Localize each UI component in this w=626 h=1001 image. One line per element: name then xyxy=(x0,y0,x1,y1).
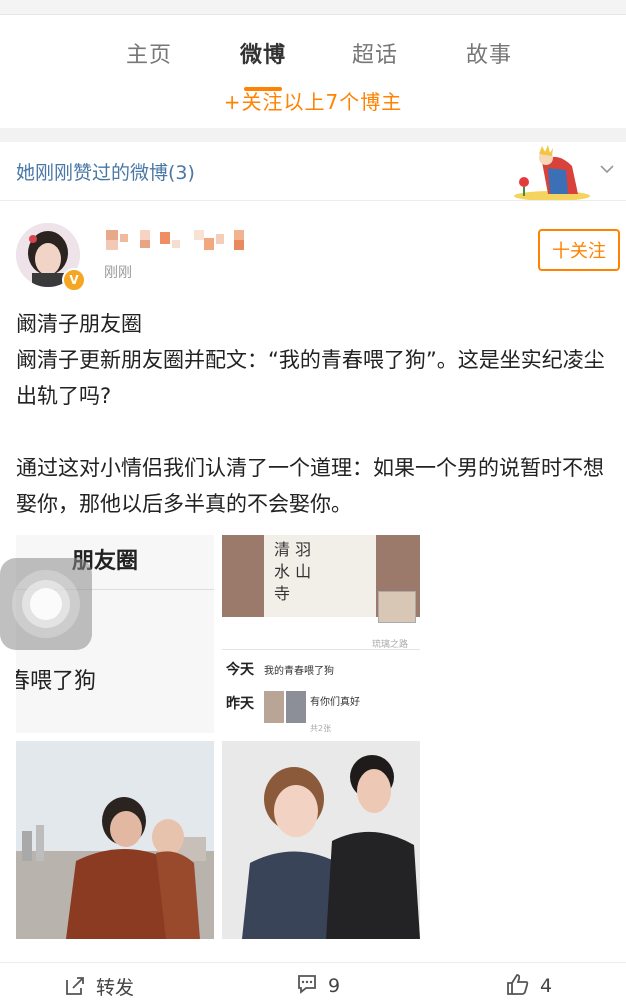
post-image-couple-city[interactable] xyxy=(16,741,214,939)
follow-all-link[interactable]: +关注以上7个博主 xyxy=(0,86,626,115)
liked-posts-title: 她刚刚赞过的微博(3) xyxy=(16,162,195,184)
couple-city-photo xyxy=(16,741,214,939)
post-image-couple-portrait[interactable] xyxy=(222,741,420,939)
post-time: 刚刚 xyxy=(104,265,132,281)
yesterday-text: 有你们真好 xyxy=(310,697,360,708)
liked-posts-header[interactable]: 她刚刚赞过的微博(3) xyxy=(0,142,626,201)
repost-label: 转发 xyxy=(96,977,135,999)
moments-quote: 春喂了狗 xyxy=(16,669,97,694)
calligraphy-text: 清 羽 水 山 寺 xyxy=(274,540,312,603)
tab-story[interactable]: 故事 xyxy=(466,37,512,69)
share-icon xyxy=(66,977,84,995)
thumbs-up-icon xyxy=(507,974,529,995)
post-body: 阚清子朋友圈 阚清子更新朋友圈并配文：“我的青春喂了狗”。这是坐实纪凌尘出轨了吗… xyxy=(16,306,616,522)
chevron-down-icon[interactable] xyxy=(600,162,614,176)
comment-button[interactable]: 9 xyxy=(296,973,340,997)
post-blank-line xyxy=(16,414,616,450)
post-image-screenshot[interactable]: 清 羽 水 山 寺 琉璃之路 今天 我的青春喂了狗 昨天 有你们真好 共2张 xyxy=(222,535,420,733)
follow-button[interactable]: 十关注 xyxy=(538,229,620,271)
profile-tabs: 主页 微博 超话 故事 xyxy=(0,15,626,91)
post-paragraph: 阚清子更新朋友圈并配文：“我的青春喂了狗”。这是坐实纪凌尘出轨了吗? xyxy=(16,348,605,408)
comment-count: 9 xyxy=(328,975,341,997)
like-button[interactable]: 4 xyxy=(506,973,552,997)
assistive-touch-button[interactable] xyxy=(0,558,92,650)
little-prince-illustration xyxy=(514,145,590,200)
post-paragraph: 通过这对小情侣我们认清了一个道理：如果一个男的说暂时不想娶你，那他以后多半真的不… xyxy=(16,456,604,516)
post-action-bar: 转发 9 4 xyxy=(0,962,626,1001)
tab-home[interactable]: 主页 xyxy=(126,37,172,69)
assistive-ring xyxy=(30,588,62,620)
like-count: 4 xyxy=(540,975,553,997)
couple-portrait-photo xyxy=(222,741,420,939)
yesterday-label: 昨天 xyxy=(226,696,254,712)
repost-button[interactable]: 转发 xyxy=(64,973,134,1000)
image-count: 共2张 xyxy=(310,724,332,733)
thumbnail-image xyxy=(264,691,284,723)
today-text: 我的青春喂了狗 xyxy=(264,666,334,677)
thumbnail-image xyxy=(378,591,416,623)
tab-supertopic[interactable]: 超话 xyxy=(352,37,398,69)
top-strip xyxy=(0,0,626,15)
section-divider xyxy=(0,128,626,142)
verified-badge: V xyxy=(62,268,86,292)
comment-icon xyxy=(298,975,316,994)
thumbnail-image xyxy=(286,691,306,723)
divider xyxy=(222,649,420,650)
tab-weibo[interactable]: 微博 xyxy=(240,37,286,69)
today-label: 今天 xyxy=(226,662,254,678)
post-paragraph: 阚清子朋友圈 xyxy=(16,312,142,336)
pixelated-username[interactable] xyxy=(106,230,256,254)
